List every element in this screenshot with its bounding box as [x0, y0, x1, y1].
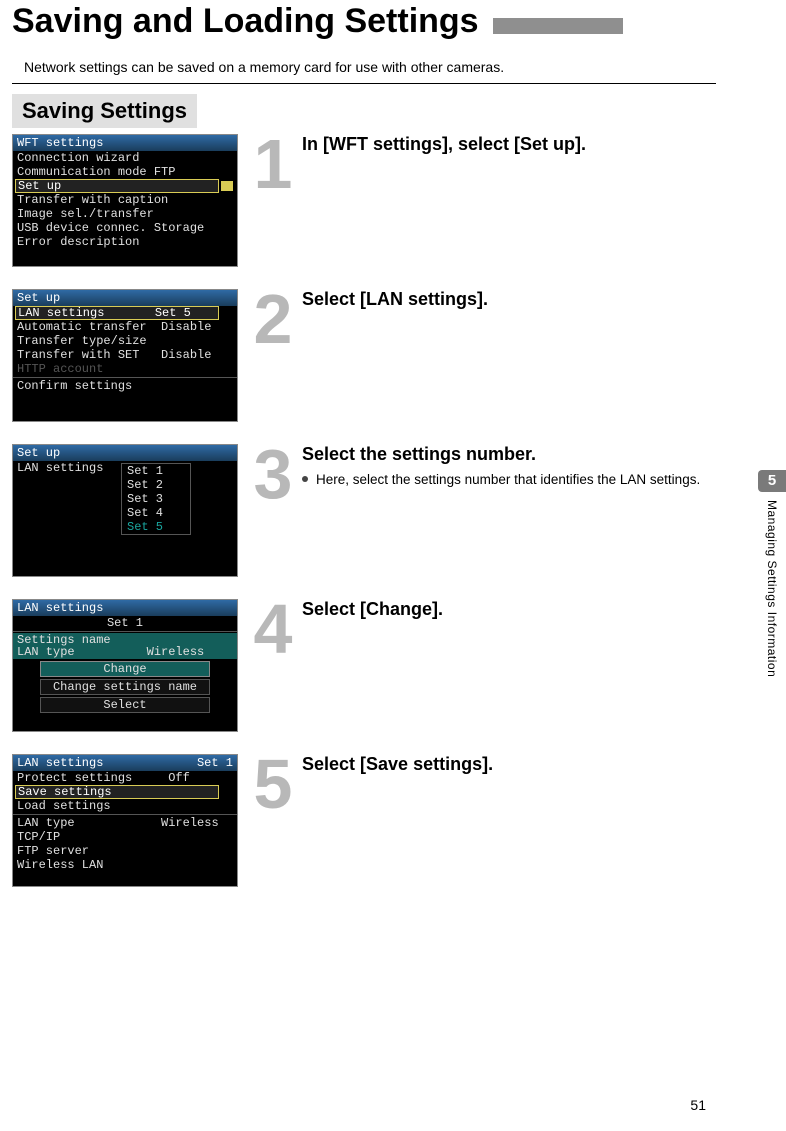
- step-title: Select the settings number.: [302, 444, 706, 465]
- submenu-item-selected: Set 5: [122, 520, 190, 534]
- step-title: Select [Save settings].: [302, 754, 706, 775]
- screenshot-save-settings: LAN settingsSet 1 Protect settings Off S…: [12, 754, 238, 887]
- submenu-item: Set 4: [122, 506, 190, 520]
- menu-row-selected: LAN settings Set 5: [15, 306, 219, 320]
- step-3: Set up LAN settings ▶Set 1 Set 1 Set 2 S…: [0, 444, 786, 577]
- menu-row: Error description: [13, 235, 237, 249]
- step-2: Set up LAN settings Set 5 Automatic tran…: [0, 289, 786, 422]
- step-4: LAN settings Set 1 Settings name LAN typ…: [0, 599, 786, 732]
- menu-header: LAN settings: [13, 600, 237, 616]
- menu-row-selected: Set up: [15, 179, 219, 193]
- menu-header: WFT settings: [13, 135, 237, 151]
- submenu: Set 1 Set 2 Set 3 Set 4 Set 5: [121, 463, 191, 535]
- button-select: Select: [40, 697, 210, 713]
- menu-row: Communication mode FTP: [13, 165, 237, 179]
- info-block: Settings name LAN type Wireless: [13, 633, 237, 659]
- menu-row: Automatic transfer Disable: [13, 320, 237, 334]
- step-number: 5: [244, 756, 302, 812]
- submenu-item: Set 3: [122, 492, 190, 506]
- menu-row: Transfer with caption: [13, 193, 237, 207]
- step-number: 2: [244, 291, 302, 347]
- step-number: 3: [244, 446, 302, 502]
- menu-row: TCP/IP: [13, 830, 237, 844]
- menu-row: Confirm settings: [13, 379, 237, 393]
- info-row: LAN type Wireless: [17, 646, 233, 658]
- chapter-label: Managing Settings Information: [765, 500, 779, 677]
- menu-row: Transfer with SET Disable: [13, 348, 237, 362]
- step-title: In [WFT settings], select [Set up].: [302, 134, 706, 155]
- button-change-name: Change settings name: [40, 679, 210, 695]
- step-title: Select [Change].: [302, 599, 706, 620]
- step-title: Select [LAN settings].: [302, 289, 706, 310]
- menu-row: Image sel./transfer: [13, 207, 237, 221]
- menu-row: Connection wizard: [13, 151, 237, 165]
- separator: [13, 631, 237, 632]
- step-number: 4: [244, 601, 302, 657]
- page-number: 51: [690, 1097, 706, 1113]
- page-title: Saving and Loading Settings: [0, 0, 479, 41]
- step-number: 1: [244, 136, 302, 192]
- separator: [13, 377, 237, 378]
- submenu-item: Set 1: [122, 464, 190, 478]
- menu-header: LAN settingsSet 1: [13, 755, 237, 771]
- screenshot-change: LAN settings Set 1 Settings name LAN typ…: [12, 599, 238, 732]
- menu-row-selected: Save settings: [15, 785, 219, 799]
- menu-row: Protect settings Off: [13, 771, 237, 785]
- title-accent-bar: [493, 18, 623, 34]
- step-1: WFT settings Connection wizard Communica…: [0, 134, 786, 267]
- screenshot-lan-number: Set up LAN settings ▶Set 1 Set 1 Set 2 S…: [12, 444, 238, 577]
- menu-header: Set up: [13, 445, 237, 461]
- section-heading: Saving Settings: [12, 94, 197, 128]
- button-change: Change: [40, 661, 210, 677]
- submenu-item: Set 2: [122, 478, 190, 492]
- separator: [13, 814, 237, 815]
- step-bullet: Here, select the settings number that id…: [302, 471, 706, 489]
- menu-row-disabled: HTTP account: [13, 362, 237, 376]
- menu-row: Transfer type/size: [13, 334, 237, 348]
- intro-text: Network settings can be saved on a memor…: [24, 59, 504, 75]
- menu-row: USB device connec. Storage: [13, 221, 237, 235]
- menu-header: Set up: [13, 290, 237, 306]
- screenshot-setup: Set up LAN settings Set 5 Automatic tran…: [12, 289, 238, 422]
- menu-row: Load settings: [13, 799, 237, 813]
- menu-subheader: Set 1: [13, 616, 237, 630]
- menu-row: Wireless LAN: [13, 858, 237, 872]
- scrollbar-thumb-icon: [221, 181, 233, 191]
- screenshot-wft-settings: WFT settings Connection wizard Communica…: [12, 134, 238, 267]
- chapter-tab: 5 Managing Settings Information: [758, 470, 786, 677]
- menu-row: LAN type Wireless: [13, 816, 237, 830]
- step-5: LAN settingsSet 1 Protect settings Off S…: [0, 754, 786, 887]
- chapter-number: 5: [758, 470, 786, 492]
- menu-row: FTP server: [13, 844, 237, 858]
